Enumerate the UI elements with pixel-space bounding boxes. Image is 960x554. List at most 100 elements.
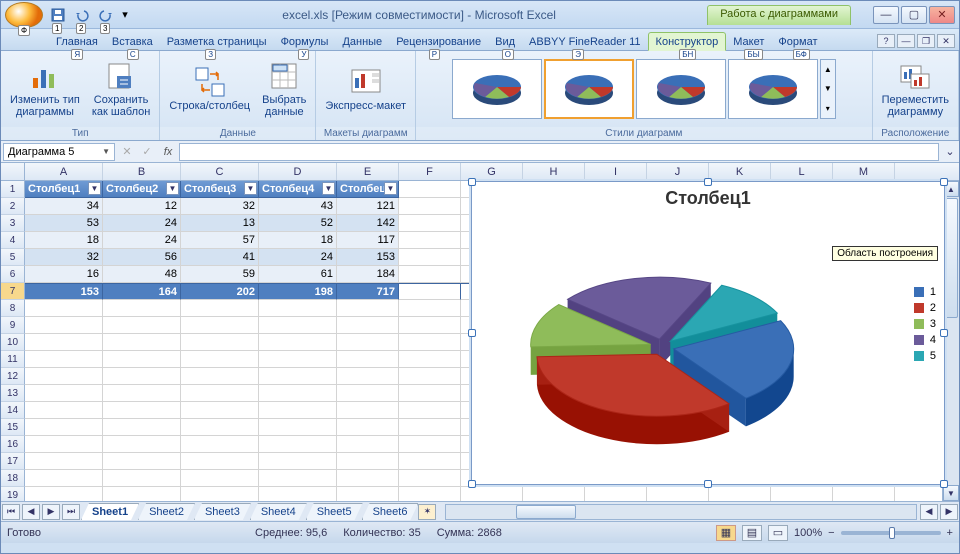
cell[interactable]: 12 — [103, 198, 181, 215]
column-header[interactable]: B — [103, 163, 181, 180]
cell[interactable]: 41 — [181, 249, 259, 266]
cell[interactable] — [103, 300, 181, 317]
undo-button[interactable]: 2 — [71, 4, 93, 26]
filter-dropdown-icon[interactable]: ▼ — [88, 182, 101, 195]
cell[interactable] — [399, 402, 461, 419]
cell[interactable] — [399, 470, 461, 487]
cell[interactable] — [399, 419, 461, 436]
column-header[interactable]: K — [709, 163, 771, 180]
row-header[interactable]: 5 — [1, 249, 25, 266]
cell[interactable] — [181, 334, 259, 351]
cell[interactable] — [399, 215, 461, 232]
sheet-tab[interactable]: Sheet1 — [81, 503, 139, 520]
column-header[interactable]: E — [337, 163, 399, 180]
cell[interactable] — [103, 385, 181, 402]
tab-вставка[interactable]: ВставкаС — [105, 33, 160, 50]
cell[interactable]: 32 — [25, 249, 103, 266]
row-header[interactable]: 18 — [1, 470, 25, 487]
cell[interactable] — [647, 487, 709, 501]
help-button[interactable]: ? — [877, 34, 895, 48]
cell[interactable]: 32 — [181, 198, 259, 215]
table-header-cell[interactable]: Столбец5▼ — [337, 181, 399, 198]
cell[interactable] — [181, 487, 259, 501]
cell[interactable] — [259, 419, 337, 436]
new-sheet-button[interactable]: ✶ — [418, 504, 436, 520]
row-header[interactable]: 14 — [1, 402, 25, 419]
zoom-in-button[interactable]: + — [947, 527, 953, 539]
cell[interactable] — [103, 419, 181, 436]
column-header[interactable]: M — [833, 163, 895, 180]
cell[interactable] — [181, 368, 259, 385]
chart-style-4[interactable] — [728, 59, 818, 119]
cell[interactable] — [259, 317, 337, 334]
cell[interactable] — [259, 470, 337, 487]
cancel-fx-icon[interactable]: ✕ — [117, 145, 137, 158]
row-header[interactable]: 7 — [1, 283, 25, 300]
page-layout-view-button[interactable]: ▤ — [742, 525, 762, 541]
cell[interactable]: 61 — [259, 266, 337, 283]
cell[interactable] — [181, 453, 259, 470]
cell[interactable] — [399, 283, 461, 300]
chart-style-2[interactable] — [544, 59, 634, 119]
cell[interactable] — [337, 368, 399, 385]
close-button[interactable]: ✕ — [929, 6, 955, 24]
cell[interactable] — [103, 368, 181, 385]
cell[interactable] — [103, 334, 181, 351]
sheet-tab[interactable]: Sheet6 — [362, 503, 419, 520]
switch-row-column-button[interactable]: Строка/столбец — [164, 63, 255, 115]
legend-item[interactable]: 2 — [914, 302, 936, 314]
cell[interactable] — [259, 402, 337, 419]
column-header[interactable]: L — [771, 163, 833, 180]
cell[interactable] — [25, 317, 103, 334]
column-header[interactable]: H — [523, 163, 585, 180]
zoom-level[interactable]: 100% — [794, 527, 822, 539]
cell[interactable] — [259, 334, 337, 351]
mdi-close[interactable]: ✕ — [937, 34, 955, 48]
tab-abbyy-finereader-11[interactable]: ABBYY FineReader 11Э — [522, 33, 648, 50]
cell[interactable] — [771, 487, 833, 501]
cell[interactable] — [259, 385, 337, 402]
select-data-button[interactable]: Выбрать данные — [257, 57, 311, 121]
cell[interactable] — [25, 402, 103, 419]
move-chart-button[interactable]: Переместить диаграмму — [877, 57, 954, 121]
cell[interactable] — [337, 487, 399, 501]
cell[interactable] — [181, 470, 259, 487]
table-header-cell[interactable]: Столбец4▼ — [259, 181, 337, 198]
column-header[interactable]: A — [25, 163, 103, 180]
cell[interactable] — [181, 300, 259, 317]
filter-dropdown-icon[interactable]: ▼ — [244, 182, 257, 195]
chart-style-3[interactable] — [636, 59, 726, 119]
cell[interactable] — [337, 351, 399, 368]
cell[interactable] — [25, 453, 103, 470]
cell[interactable]: 24 — [103, 232, 181, 249]
first-sheet-button[interactable]: ⏮ — [2, 504, 20, 520]
qat-customize[interactable]: ▾ — [119, 4, 131, 26]
select-all-corner[interactable] — [1, 163, 25, 180]
tab-формулы[interactable]: ФормулыУ — [274, 33, 336, 50]
cell[interactable] — [399, 453, 461, 470]
cell[interactable] — [25, 368, 103, 385]
name-box[interactable]: Диаграмма 5 ▼ — [3, 143, 115, 161]
row-header[interactable]: 16 — [1, 436, 25, 453]
row-header[interactable]: 10 — [1, 334, 25, 351]
cell[interactable] — [181, 402, 259, 419]
cell[interactable] — [181, 317, 259, 334]
row-header[interactable]: 12 — [1, 368, 25, 385]
cell[interactable]: 24 — [259, 249, 337, 266]
filter-dropdown-icon[interactable]: ▼ — [322, 182, 335, 195]
hscroll-left[interactable]: ◀ — [920, 504, 938, 520]
cell[interactable] — [337, 402, 399, 419]
cell[interactable] — [103, 453, 181, 470]
change-chart-type-button[interactable]: Изменить тип диаграммы — [5, 57, 85, 121]
cell[interactable] — [337, 385, 399, 402]
cell[interactable]: 13 — [181, 215, 259, 232]
save-button[interactable]: 1 — [47, 4, 69, 26]
column-header[interactable]: F — [399, 163, 461, 180]
cell[interactable]: 59 — [181, 266, 259, 283]
cell[interactable]: 18 — [25, 232, 103, 249]
cell[interactable]: 48 — [103, 266, 181, 283]
cell[interactable] — [337, 334, 399, 351]
row-header[interactable]: 19 — [1, 487, 25, 501]
cell[interactable] — [259, 300, 337, 317]
cell[interactable] — [399, 181, 461, 198]
